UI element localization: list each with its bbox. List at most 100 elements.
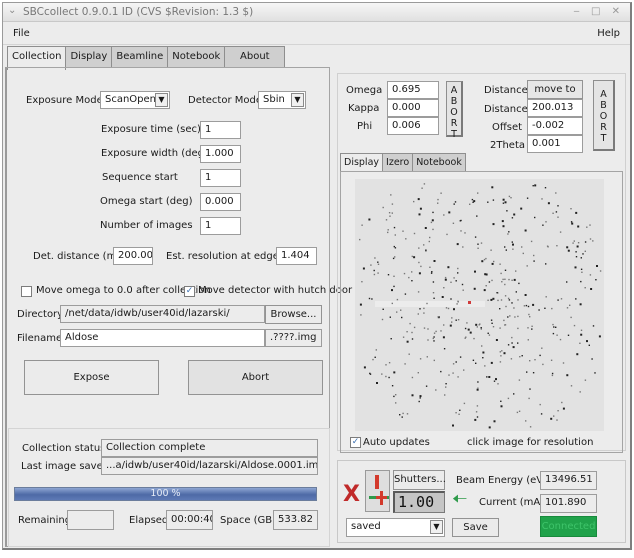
diffraction-spot (551, 374, 554, 377)
minimize-icon[interactable]: ‒ (573, 6, 583, 17)
det-distance-input[interactable]: 200.00 (113, 247, 153, 265)
exposure-mode-select[interactable]: ScanOpen ▼ (100, 91, 170, 109)
number-of-images-input[interactable]: 1 (200, 217, 241, 235)
diffraction-spot (510, 197, 512, 199)
diffraction-spot (423, 312, 425, 314)
diffraction-spot (576, 245, 579, 248)
diffraction-spot (437, 202, 439, 204)
diffraction-spot (429, 236, 431, 239)
diffraction-spot (517, 342, 519, 344)
diffraction-spot (523, 305, 526, 307)
browse-button[interactable]: Browse... (265, 305, 322, 324)
chevron-down-icon[interactable]: ▼ (430, 520, 443, 534)
tab-notebook[interactable]: Notebook (167, 46, 226, 68)
diffraction-spot (418, 272, 421, 275)
detector-mode-select[interactable]: Sbin ▼ (258, 91, 306, 109)
diffraction-spot (508, 278, 510, 281)
est-resolution-input[interactable]: 1.404 (276, 247, 317, 265)
omega-start-input[interactable]: 0.000 (200, 193, 241, 211)
diffraction-spot (496, 292, 498, 294)
filename-input[interactable]: Aldose (60, 329, 265, 347)
chevron-down-icon[interactable]: ▼ (291, 93, 304, 107)
diffraction-spot (444, 278, 447, 281)
subtab-notebook[interactable]: Notebook (412, 153, 466, 171)
diffraction-spot (377, 261, 379, 263)
x-icon: X (343, 482, 360, 507)
tab-about[interactable]: About (224, 46, 286, 68)
diffraction-spot (567, 334, 570, 336)
window-menu-icon[interactable]: ⌄ (8, 5, 16, 16)
exposure-width-input[interactable]: 1.000 (200, 145, 241, 163)
diffraction-spot (589, 274, 592, 276)
goniometer-abort-button[interactable]: A B O R T (446, 81, 463, 140)
diffraction-spot (516, 411, 519, 414)
arrow-left-icon: 🠠 (452, 489, 468, 510)
diffraction-spot (552, 212, 554, 214)
diffraction-spot (433, 297, 435, 299)
diffraction-spot (500, 299, 503, 301)
diffraction-spot (474, 270, 476, 273)
auto-updates-checkbox[interactable]: ✓ (350, 437, 361, 448)
menu-help[interactable]: Help (597, 28, 620, 39)
diffraction-spot (582, 253, 584, 255)
diffraction-spot (377, 263, 380, 265)
exposure-time-input[interactable]: 1 (200, 121, 241, 139)
diffraction-spot (503, 352, 506, 355)
diffraction-spot (477, 192, 479, 194)
sequence-start-input[interactable]: 1 (200, 169, 241, 187)
diffraction-spot (447, 307, 450, 310)
tab-display[interactable]: Display (65, 46, 113, 68)
diffraction-pattern (359, 183, 602, 429)
diffraction-spot (557, 205, 559, 207)
diffraction-spot (555, 211, 558, 213)
diffraction-spot (544, 187, 547, 189)
save-button[interactable]: Save (452, 518, 499, 537)
diffraction-spot (463, 369, 465, 371)
abort-letter: O (450, 107, 458, 118)
diffraction-spot (511, 241, 513, 243)
diffraction-spot (584, 287, 586, 289)
diffraction-spot (418, 213, 421, 216)
maximize-icon[interactable]: □ (591, 6, 604, 17)
diffraction-image[interactable] (355, 179, 604, 431)
diffraction-spot (505, 249, 507, 251)
move-detector-checkbox[interactable]: ✓ (184, 286, 195, 297)
tab-beamline[interactable]: Beamline (111, 46, 169, 68)
detector-abort-button[interactable]: A B O R T (593, 80, 615, 151)
diffraction-spot (557, 410, 559, 412)
diffraction-spot (393, 275, 395, 277)
move-omega-checkbox[interactable] (21, 286, 32, 297)
diffraction-spot (501, 281, 503, 283)
diffraction-spot (423, 244, 425, 246)
diffraction-spot (584, 241, 587, 243)
space-label: Space (GB): (220, 515, 280, 526)
diffraction-spot (551, 372, 554, 375)
diffraction-spot (418, 261, 420, 264)
diffraction-spot (573, 324, 576, 327)
diffraction-spot (395, 394, 397, 396)
number-of-images-label: Number of images (100, 220, 193, 231)
diffraction-spot (482, 357, 484, 359)
subtab-izero[interactable]: Izero (382, 153, 414, 171)
diffraction-spot (481, 260, 484, 263)
shutters-button[interactable]: Shutters... (393, 470, 446, 490)
preset-select[interactable]: saved ▼ (346, 518, 445, 537)
abort-letter: B (450, 96, 458, 107)
shutter-state-icon[interactable] (365, 470, 390, 512)
diffraction-spot (518, 379, 521, 381)
two-theta-label: 2Theta (490, 140, 526, 151)
diffraction-spot (369, 373, 372, 375)
diffraction-spot (502, 225, 505, 228)
chevron-down-icon[interactable]: ▼ (155, 93, 168, 107)
diffraction-spot (448, 211, 451, 214)
diffraction-spot (475, 411, 478, 413)
close-icon[interactable]: ✕ (612, 6, 624, 17)
main-tabs: Collection Display Beamline Notebook Abo… (7, 46, 286, 70)
diffraction-spot (541, 198, 543, 200)
abort-button[interactable]: Abort (188, 360, 323, 395)
diffraction-spot (419, 207, 422, 210)
subtab-display[interactable]: Display (340, 153, 384, 172)
move-to-800-button[interactable]: move to 800 (527, 80, 583, 112)
menu-file[interactable]: File (13, 28, 30, 39)
expose-button[interactable]: Expose (24, 360, 159, 395)
